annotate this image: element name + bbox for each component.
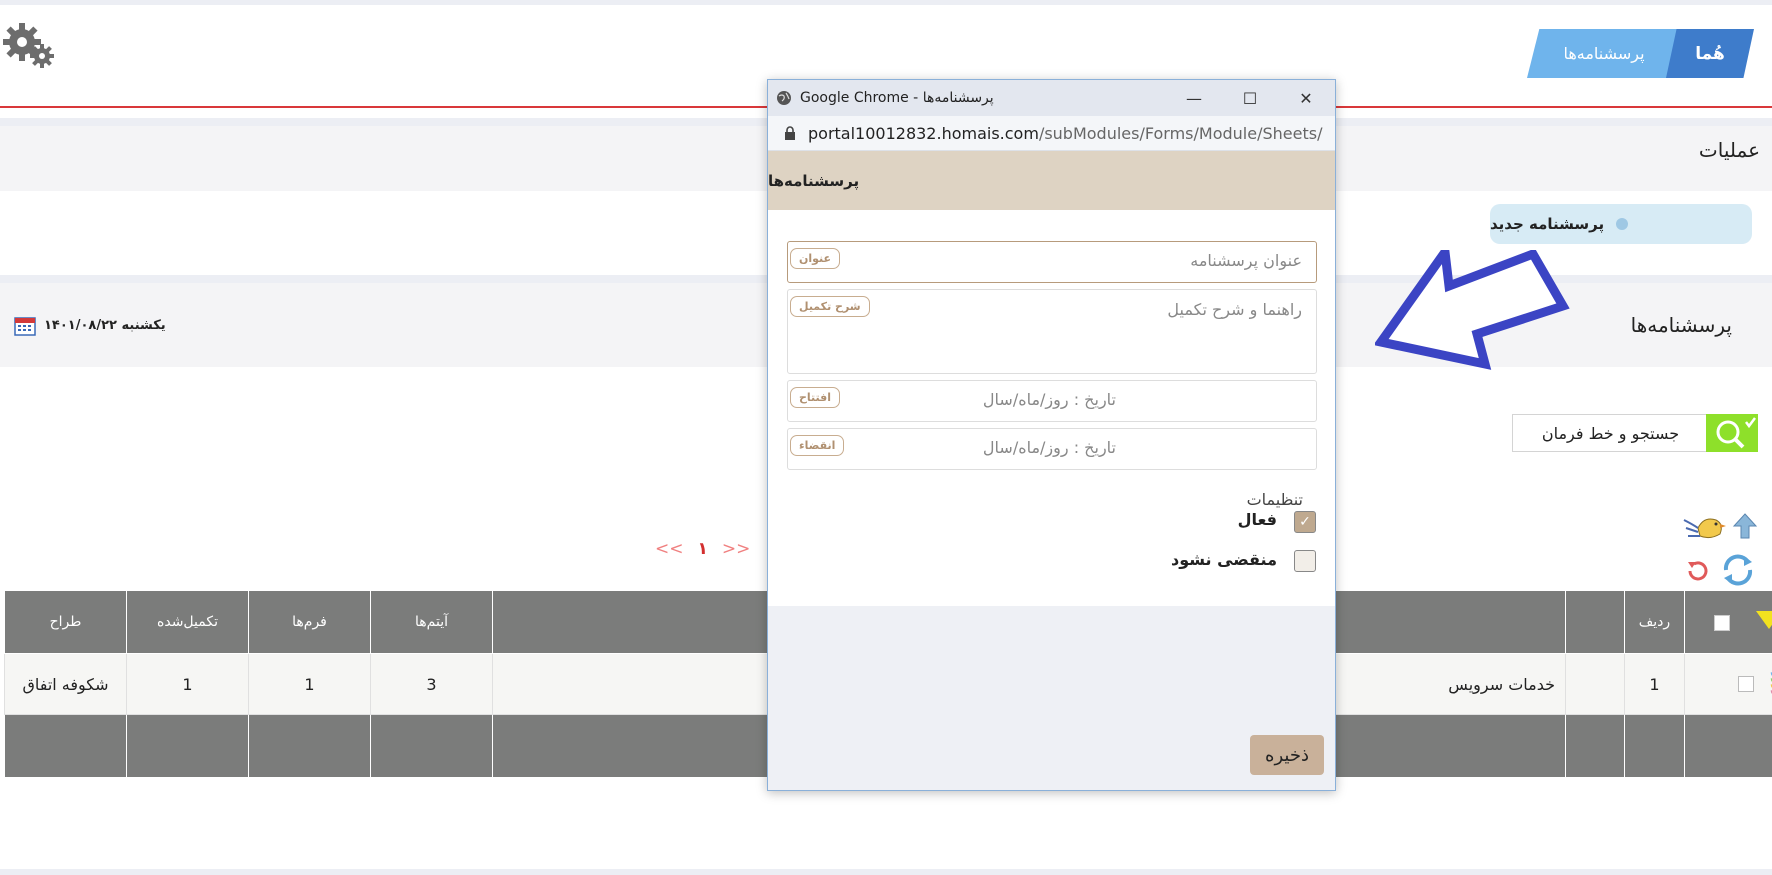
filter-icon[interactable] [1754, 609, 1772, 631]
popup-content: پرسشنامه‌ها عنوان پرسشنامه عنوان راهنما … [768, 151, 1335, 606]
form-title-tag: عنوان [790, 248, 841, 269]
breadcrumb-home[interactable]: هُما [1666, 29, 1754, 78]
header-spacer [1565, 590, 1625, 654]
url-host: portal10012832.homais.com [808, 123, 1039, 143]
row-checkbox[interactable] [1737, 676, 1754, 692]
date-display: یکشنبه ۱۴۰۱/۰۸/۲۲ [44, 318, 166, 333]
row-icons [1684, 653, 1772, 715]
pointer-arrow-icon [1375, 250, 1570, 370]
header-forms[interactable]: فرم‌ها [248, 590, 371, 654]
bird-icon[interactable] [1680, 506, 1730, 546]
header-items[interactable]: آیتم‌ها [370, 590, 493, 654]
form-description-tag: شرح تکمیل [790, 296, 870, 317]
cell-designer: شکوفه اتفاق [4, 653, 127, 715]
header-completed[interactable]: تکمیل‌شده [126, 590, 249, 654]
popup-window: Google Chrome - پرسشنامه‌ها — ☐ ✕ portal… [767, 79, 1336, 791]
popup-url-bar[interactable]: portal10012832.homais.com/subModules/For… [768, 116, 1335, 151]
maximize-icon[interactable]: ☐ [1238, 86, 1262, 110]
save-button[interactable]: ذخیره [1250, 735, 1324, 775]
footer-cell [370, 714, 493, 778]
breadcrumb-forms[interactable]: پرسشنامه‌ها [1527, 29, 1681, 78]
settings-gear-icon[interactable] [2, 22, 56, 70]
header-designer[interactable]: طراح [4, 590, 127, 654]
bullet-icon [1616, 218, 1629, 230]
footer-cell [248, 714, 371, 778]
popup-window-title: Google Chrome - پرسشنامه‌ها [800, 90, 994, 106]
url-path: /subModules/Forms/Module/Sheets/ [1038, 123, 1323, 143]
minimize-icon[interactable]: — [1182, 86, 1206, 110]
popup-header-title: پرسشنامه‌ها [768, 171, 860, 190]
active-checkbox[interactable]: ✓ [1294, 511, 1316, 533]
no-expire-label: منقضی نشود [1170, 550, 1277, 569]
footer-cell [126, 714, 249, 778]
form-title-field[interactable]: عنوان پرسشنامه عنوان [787, 241, 1317, 283]
forms-title: پرسشنامه‌ها [1630, 313, 1732, 337]
cell-forms: 1 [248, 653, 371, 715]
pagination: << ۱ >> [655, 539, 750, 559]
active-label: فعال [1237, 510, 1277, 529]
filter-header[interactable] [1684, 590, 1772, 654]
expire-date-field[interactable]: تاریخ : روز/ماه/سال انقضاء [787, 428, 1317, 470]
select-all-checkbox[interactable] [1713, 615, 1730, 631]
open-date-placeholder: تاریخ : روز/ماه/سال [982, 390, 1116, 409]
upload-icon[interactable] [1732, 512, 1758, 540]
refresh-icon[interactable] [1720, 552, 1756, 588]
operations-title: عملیات [1698, 138, 1760, 162]
pager-current[interactable]: ۱ [698, 539, 708, 559]
new-form-label: پرسشنامه جدید [1490, 215, 1605, 233]
open-date-tag: افتتاح [790, 387, 841, 408]
globe-icon [777, 91, 791, 105]
bottom-strip [0, 869, 1772, 875]
expire-date-placeholder: تاریخ : روز/ماه/سال [982, 438, 1116, 457]
cell-items: 3 [370, 653, 493, 715]
top-strip [0, 0, 1772, 5]
search-placeholder: جستجو و خط فرمان [1541, 423, 1680, 443]
footer-cell [1565, 714, 1625, 778]
no-expire-checkbox[interactable] [1294, 550, 1316, 572]
popup-header: پرسشنامه‌ها [768, 151, 1335, 210]
save-label: ذخیره [1265, 744, 1309, 766]
form-description-field[interactable]: راهنما و شرح تکمیل شرح تکمیل [787, 289, 1317, 374]
footer-cell [4, 714, 127, 778]
expire-date-tag: انقضاء [790, 435, 845, 456]
settings-label: تنظیمات [1246, 490, 1303, 509]
search-input[interactable]: جستجو و خط فرمان [1512, 414, 1709, 452]
breadcrumb-home-label: هُما [1695, 43, 1725, 64]
cell-row-number: 1 [1624, 653, 1685, 715]
form-description-placeholder: راهنما و شرح تکمیل [1167, 300, 1302, 319]
cell-spacer [1565, 653, 1625, 715]
footer-cell [1624, 714, 1685, 778]
pager-next[interactable]: >> [722, 539, 751, 559]
close-icon[interactable]: ✕ [1294, 86, 1318, 110]
calendar-icon[interactable] [14, 316, 36, 336]
new-form-button[interactable]: پرسشنامه جدید [1490, 204, 1752, 244]
form-title-placeholder: عنوان پرسشنامه [1190, 251, 1302, 270]
search-icon[interactable] [1706, 414, 1758, 452]
breadcrumb-forms-label: پرسشنامه‌ها [1563, 44, 1645, 63]
cell-completed: 1 [126, 653, 249, 715]
pager-prev[interactable]: << [655, 539, 684, 559]
footer-cell [1684, 714, 1772, 778]
undo-icon[interactable] [1684, 558, 1710, 584]
header-row-number[interactable]: ردیف [1624, 590, 1685, 654]
lock-icon [785, 126, 795, 140]
open-date-field[interactable]: تاریخ : روز/ماه/سال افتتاح [787, 380, 1317, 422]
